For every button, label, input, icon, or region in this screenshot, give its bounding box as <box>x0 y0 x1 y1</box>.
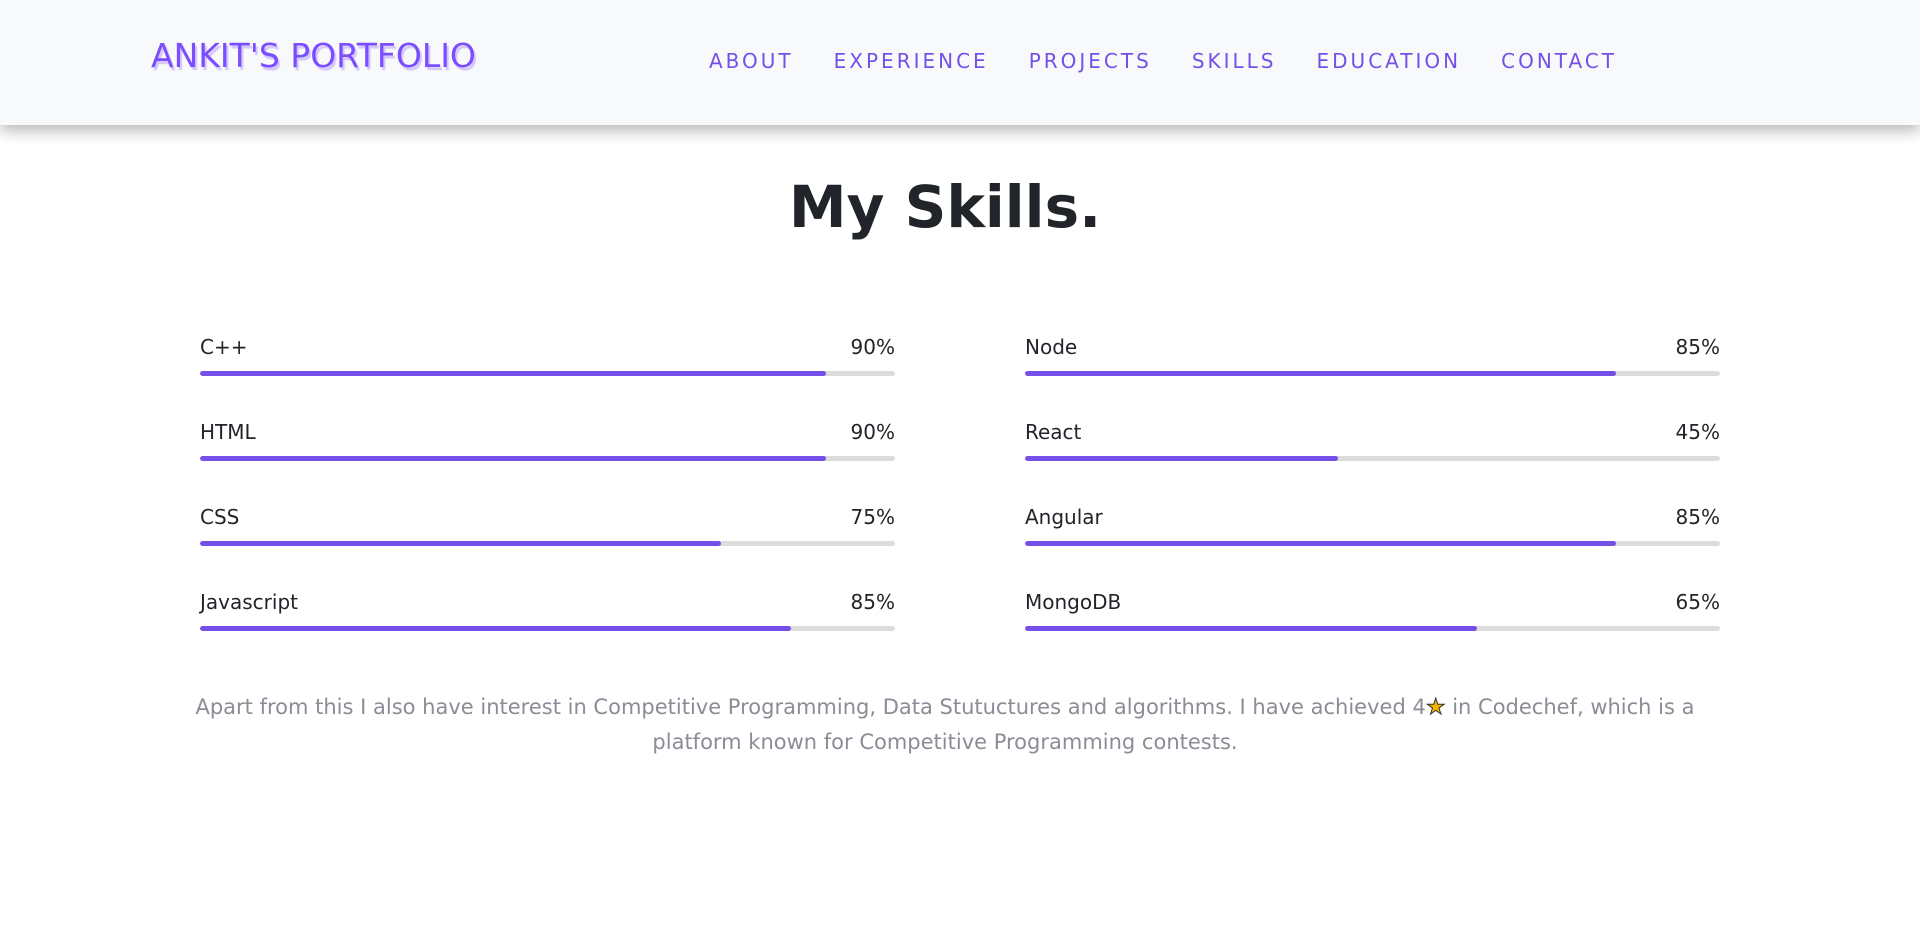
skill-percent: 85% <box>1675 335 1720 359</box>
nav-link-education[interactable]: EDUCATION <box>1317 49 1462 73</box>
skill-percent: 75% <box>850 505 895 529</box>
skill-css: CSS 75% <box>200 505 895 565</box>
skill-progress-track <box>1025 541 1720 546</box>
navbar: ANKIT'S PORTFOLIO ABOUT EXPERIENCE PROJE… <box>0 0 1920 125</box>
skill-mongodb: MongoDB 65% <box>1025 590 1720 650</box>
skill-progress-track <box>200 456 895 461</box>
skill-progress-fill <box>1025 541 1616 546</box>
skill-html: HTML 90% <box>200 420 895 480</box>
skill-angular: Angular 85% <box>1025 505 1720 565</box>
skill-percent: 90% <box>850 335 895 359</box>
brand-logo[interactable]: ANKIT'S PORTFOLIO <box>151 36 476 75</box>
skill-progress-fill <box>200 626 791 631</box>
skill-progress-fill <box>1025 626 1477 631</box>
skill-name: CSS <box>200 505 240 529</box>
skill-progress-fill <box>200 371 826 376</box>
skill-progress-fill <box>200 541 722 546</box>
skill-progress-fill <box>200 456 826 461</box>
skill-name: MongoDB <box>1025 590 1122 614</box>
description-text-start: Apart from this I also have interest in … <box>195 695 1426 719</box>
skill-progress-track <box>200 371 895 376</box>
skill-progress-fill <box>1025 371 1616 376</box>
skill-name: Angular <box>1025 505 1103 529</box>
page-title: My Skills. <box>788 173 1102 241</box>
skill-progress-track <box>200 626 895 631</box>
skill-percent: 65% <box>1675 590 1720 614</box>
nav-link-projects[interactable]: PROJECTS <box>1029 49 1152 73</box>
skill-name: HTML <box>200 420 256 444</box>
skill-percent: 45% <box>1675 420 1720 444</box>
nav-link-contact[interactable]: CONTACT <box>1501 49 1617 73</box>
skill-cpp: C++ 90% <box>200 335 895 395</box>
skill-javascript: Javascript 85% <box>200 590 895 650</box>
skill-progress-track <box>1025 371 1720 376</box>
skill-name: Node <box>1025 335 1078 359</box>
skill-percent: 85% <box>850 590 895 614</box>
skill-name: React <box>1025 420 1082 444</box>
skill-react: React 45% <box>1025 420 1720 480</box>
skill-progress-track <box>1025 456 1720 461</box>
nav-links: ABOUT EXPERIENCE PROJECTS SKILLS EDUCATI… <box>709 49 1617 73</box>
nav-link-about[interactable]: ABOUT <box>709 49 794 73</box>
skill-name: C++ <box>200 335 248 359</box>
star-icon: ★ <box>1425 695 1446 721</box>
skill-progress-track <box>1025 626 1720 631</box>
skill-percent: 90% <box>850 420 895 444</box>
skill-progress-track <box>200 541 895 546</box>
skill-progress-fill <box>1025 456 1338 461</box>
skill-percent: 85% <box>1675 505 1720 529</box>
skills-description: Apart from this I also have interest in … <box>150 690 1740 760</box>
skill-name: Javascript <box>200 590 298 614</box>
nav-link-skills[interactable]: SKILLS <box>1192 49 1277 73</box>
skill-node: Node 85% <box>1025 335 1720 395</box>
nav-link-experience[interactable]: EXPERIENCE <box>834 49 989 73</box>
